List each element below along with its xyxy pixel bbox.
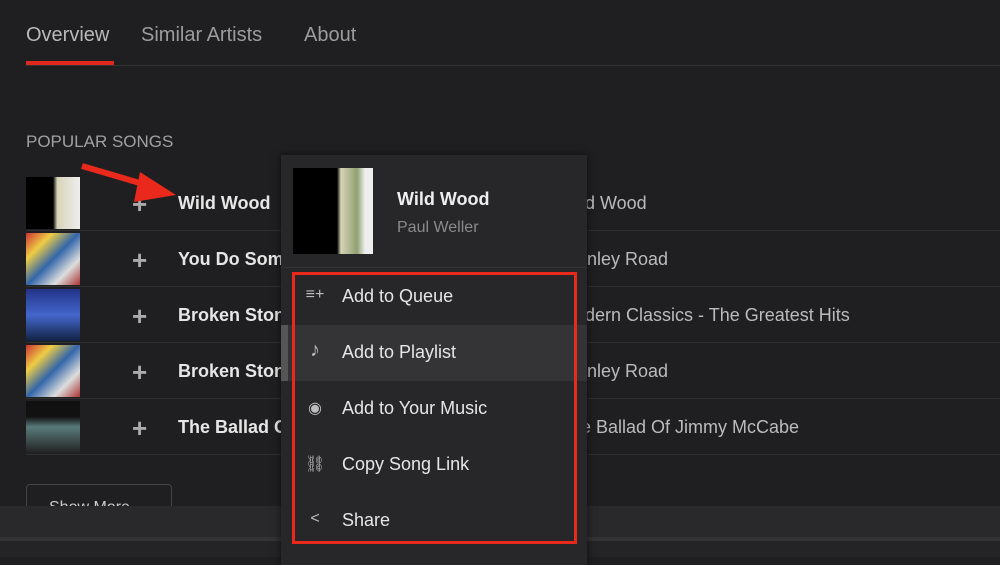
add-icon[interactable]: + <box>132 245 147 276</box>
album-art <box>26 289 80 341</box>
album-art <box>26 401 80 453</box>
song-album[interactable]: Modern Classics - The Greatest Hits <box>560 305 850 326</box>
add-icon[interactable]: + <box>132 413 147 444</box>
tab-about[interactable]: About <box>304 24 356 47</box>
menu-divider <box>281 267 587 268</box>
scrollbar[interactable] <box>281 325 288 381</box>
menu-song-title: Wild Wood <box>397 189 490 209</box>
menu-album-art <box>293 168 373 254</box>
song-album[interactable]: The Ballad Of Jimmy McCabe <box>560 417 799 438</box>
annotation-arrow-icon <box>81 163 176 202</box>
add-icon[interactable]: + <box>132 357 147 388</box>
album-art <box>26 345 80 397</box>
menu-artist[interactable]: Paul Weller <box>397 219 479 237</box>
annotation-highlight-box <box>292 272 577 544</box>
album-art <box>26 233 80 285</box>
add-icon[interactable]: + <box>132 301 147 332</box>
